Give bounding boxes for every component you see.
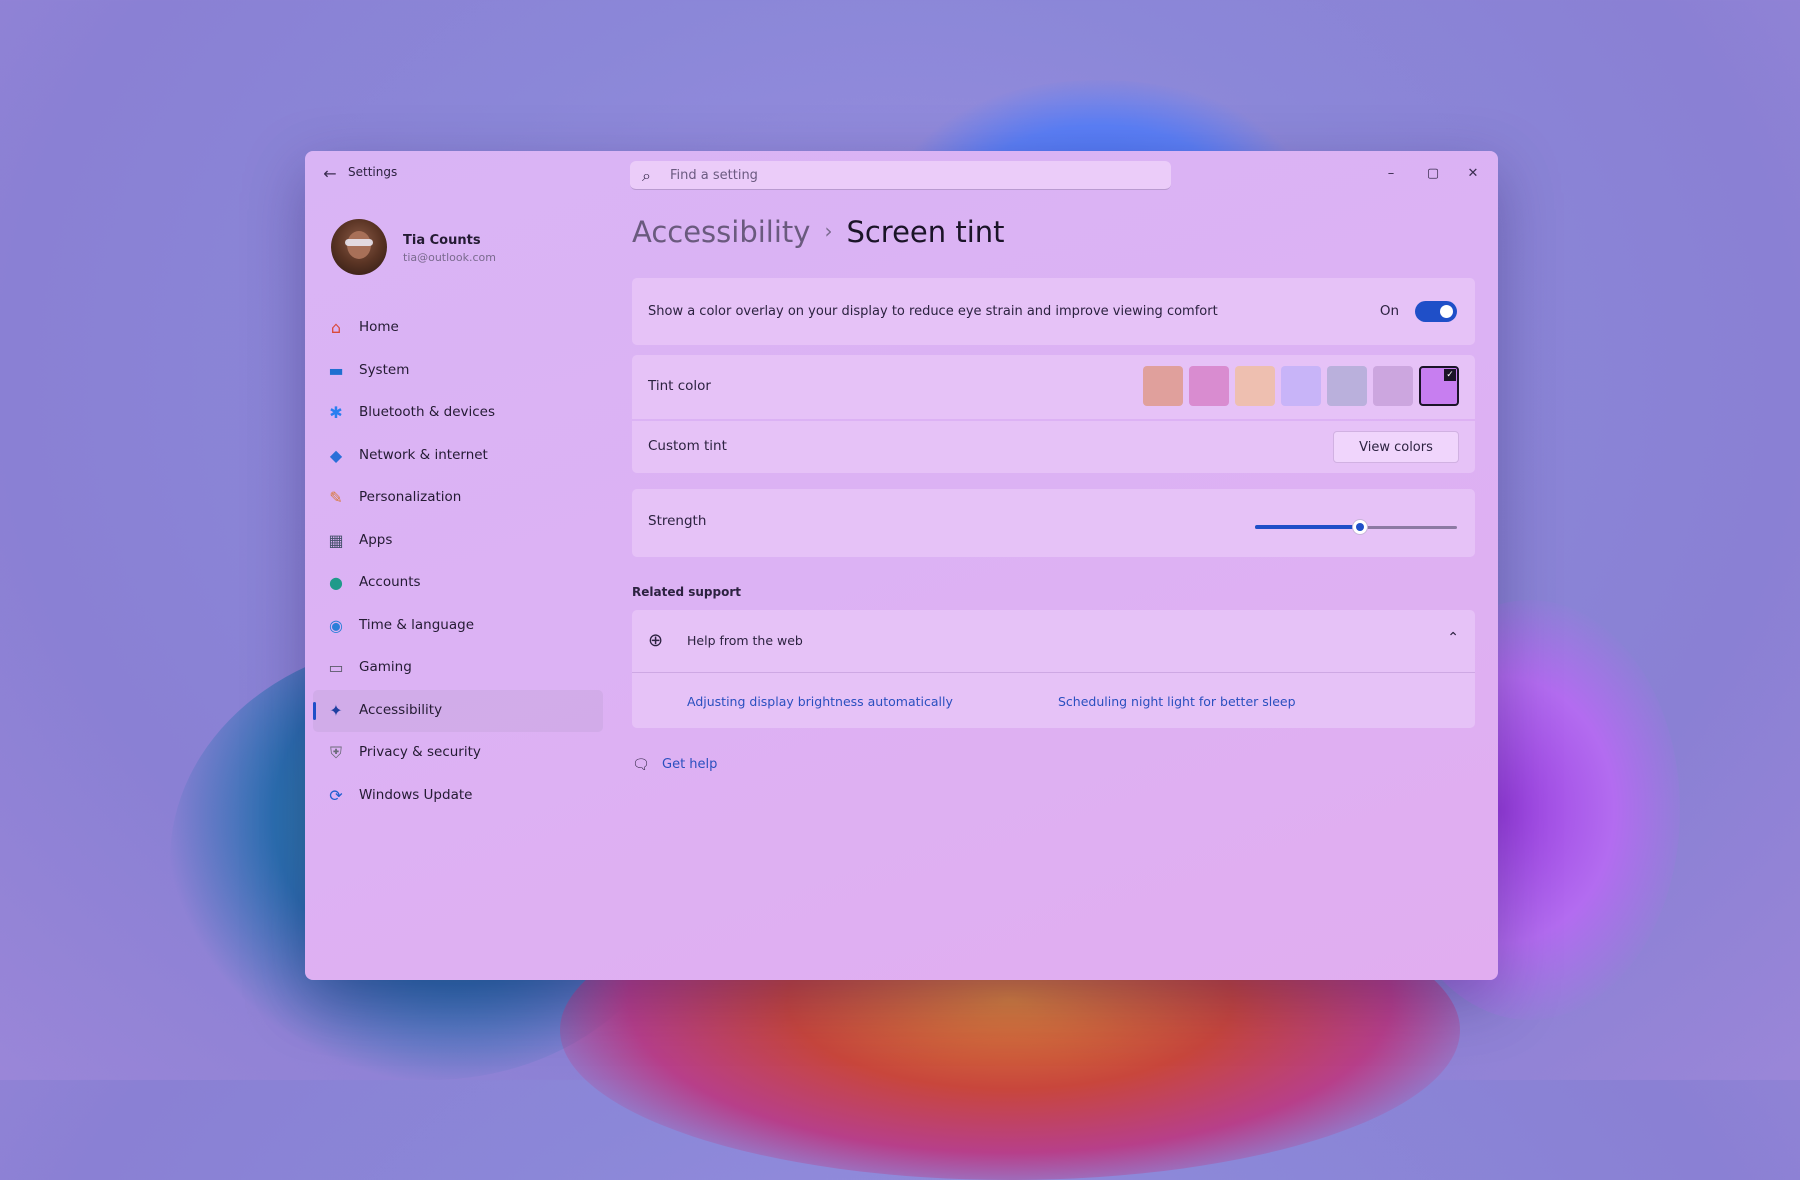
breadcrumb-parent[interactable]: Accessibility <box>632 215 810 249</box>
overlay-label: Show a color overlay on your display to … <box>648 304 1218 319</box>
tint-swatch[interactable] <box>1189 366 1229 406</box>
slider-thumb[interactable] <box>1352 519 1369 535</box>
avatar-glasses <box>345 239 373 246</box>
close-button[interactable]: ✕ <box>1458 161 1488 187</box>
strength-slider[interactable] <box>1255 519 1457 535</box>
get-help-link[interactable]: Get help <box>662 757 717 772</box>
sidebar-item-privacy-security[interactable]: ⛨ Privacy & security <box>313 732 603 775</box>
related-support-title: Related support <box>632 585 741 599</box>
toggle-state-label: On <box>1379 303 1399 319</box>
strength-card: Strength <box>632 489 1475 557</box>
breadcrumb: Accessibility › Screen tint <box>632 215 1005 255</box>
divider <box>632 672 1475 673</box>
page-title: Screen tint <box>846 215 1005 249</box>
search-icon: ⌕ <box>642 166 651 185</box>
sidebar-item-label: Windows Update <box>359 786 473 803</box>
tint-color-card: Tint color ✓ <box>632 355 1475 419</box>
globe-icon: ⊕ <box>648 630 664 651</box>
get-help-icon: 🗨 <box>632 757 650 773</box>
sidebar-item-label: Network & internet <box>359 446 488 463</box>
tint-swatch[interactable] <box>1373 366 1413 406</box>
maximize-button[interactable]: ▢ <box>1418 161 1448 187</box>
accessibility-icon: ✦ <box>329 700 343 720</box>
user-email: tia@outlook.com <box>403 251 497 264</box>
tint-swatch[interactable]: ✓ <box>1419 366 1459 406</box>
user-profile[interactable]: Tia Counts tia@outlook.com <box>331 219 591 279</box>
sidebar-item-label: Privacy & security <box>359 744 481 760</box>
custom-tint-card: Custom tint View colors <box>632 421 1475 473</box>
sidebar-item-network-internet[interactable]: ◆ Network & internet <box>313 435 603 478</box>
sidebar-item-time-language[interactable]: ◉ Time & language <box>313 605 603 648</box>
sidebar-item-label: System <box>359 361 410 378</box>
sidebar-item-gaming[interactable]: ▭ Gaming <box>313 647 603 690</box>
link-display-brightness[interactable]: Adjusting display brightness automatical… <box>687 694 953 709</box>
tint-swatch[interactable] <box>1281 366 1321 406</box>
user-name: Tia Counts <box>403 233 481 248</box>
apps-icon: ▦ <box>328 530 344 550</box>
system-icon: ▬ <box>328 360 344 380</box>
link-night-light[interactable]: Scheduling night light for better sleep <box>1058 694 1296 709</box>
title-bar: ← Settings ⌕ – ▢ ✕ <box>305 151 1498 197</box>
home-icon: ⌂ <box>330 318 342 337</box>
sidebar-item-label: Time & language <box>359 616 475 633</box>
sidebar-nav: ⌂ Home ▬ System ✱ Bluetooth & devices ◆ Network… <box>313 307 603 817</box>
active-indicator <box>313 701 316 720</box>
shield-icon: ⛨ <box>329 743 342 762</box>
gamepad-icon: ▭ <box>328 658 344 677</box>
checkmark-icon: ✓ <box>1444 369 1456 381</box>
sidebar-item-apps[interactable]: ▦ Apps <box>313 520 603 563</box>
chevron-up-icon[interactable]: ⌃ <box>1447 630 1459 646</box>
sidebar-item-label: Bluetooth & devices <box>359 404 496 420</box>
slider-fill <box>1255 525 1361 529</box>
sidebar-item-windows-update[interactable]: ⟳ Windows Update <box>313 775 603 818</box>
sidebar-item-accessibility[interactable]: ✦ Accessibility <box>313 689 603 732</box>
sidebar-item-home[interactable]: ⌂ Home <box>313 307 603 350</box>
sidebar-item-system[interactable]: ▬ System <box>313 350 603 393</box>
globe-clock-icon: ◉ <box>329 615 343 635</box>
update-icon: ⟳ <box>329 785 343 805</box>
minimize-button[interactable]: – <box>1376 161 1406 187</box>
search-input[interactable] <box>670 161 1150 189</box>
sidebar-item-bluetooth-devices[interactable]: ✱ Bluetooth & devices <box>313 392 603 435</box>
strength-label: Strength <box>648 513 707 529</box>
view-colors-button[interactable]: View colors <box>1333 431 1459 463</box>
tint-swatch[interactable] <box>1143 366 1183 406</box>
sidebar-item-accounts[interactable]: ● Accounts <box>313 562 603 605</box>
toggle-knob <box>1440 305 1453 318</box>
bluetooth-icon: ✱ <box>329 403 343 422</box>
custom-tint-label: Custom tint <box>648 438 727 454</box>
accounts-icon: ● <box>329 573 343 592</box>
settings-window: ← Settings ⌕ – ▢ ✕ Tia Counts tia@outloo… <box>305 151 1498 980</box>
sidebar-item-label: Gaming <box>359 659 412 675</box>
wifi-icon: ◆ <box>329 445 343 465</box>
avatar <box>331 219 387 275</box>
app-title: Settings <box>348 165 398 179</box>
search-box[interactable]: ⌕ <box>630 161 1171 190</box>
back-arrow-icon[interactable]: ← <box>319 163 341 185</box>
sidebar-item-label: Accessibility <box>359 701 443 718</box>
overlay-toggle[interactable] <box>1415 301 1457 322</box>
sidebar-item-label: Personalization <box>359 489 462 505</box>
overlay-card: Show a color overlay on your display to … <box>632 278 1475 345</box>
chevron-right-icon: › <box>824 219 833 243</box>
sidebar-item-label: Accounts <box>359 574 421 590</box>
help-from-web-card: ⊕ Help from the web ⌃ Adjusting display … <box>632 610 1475 728</box>
sidebar-item-label: Apps <box>359 531 393 548</box>
help-from-web-header[interactable]: ⊕ Help from the web ⌃ <box>632 610 1475 672</box>
tint-color-label: Tint color <box>648 378 711 394</box>
sidebar-item-label: Home <box>359 319 399 335</box>
tint-swatch[interactable] <box>1327 366 1367 406</box>
brush-icon: ✎ <box>329 488 343 507</box>
tint-swatches: ✓ <box>1137 366 1459 408</box>
tint-swatch[interactable] <box>1235 366 1275 406</box>
help-from-web-title: Help from the web <box>687 633 803 648</box>
sidebar-item-personalization[interactable]: ✎ Personalization <box>313 477 603 520</box>
